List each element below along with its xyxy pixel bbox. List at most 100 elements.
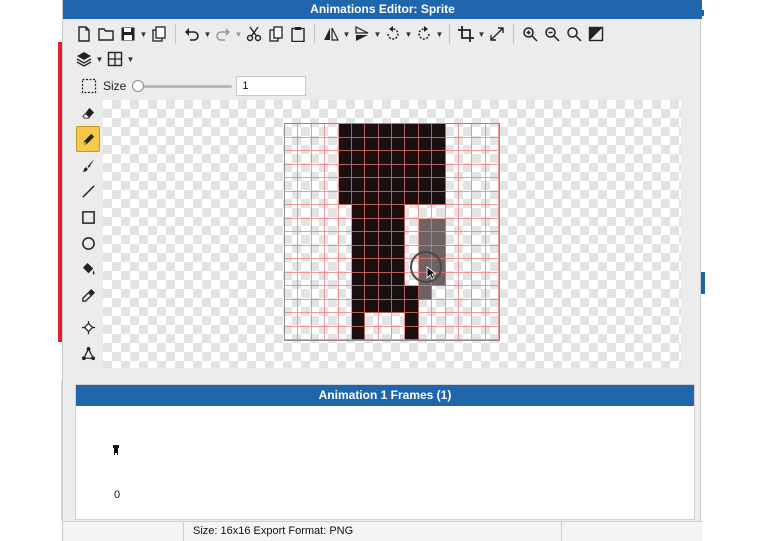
pixel-cell[interactable] [392,286,406,300]
pixel-cell[interactable] [378,272,392,286]
pixel-cell[interactable] [351,137,366,151]
pixel-cell[interactable] [378,259,392,273]
pixel-cell[interactable] [458,191,473,205]
export-icon[interactable] [148,23,170,45]
pixel-cell[interactable] [311,245,326,259]
pixel-cell[interactable] [311,178,326,192]
pixel-cell[interactable] [365,151,379,165]
crop-dropdown-caret[interactable]: ▼ [477,23,486,45]
pixel-cell[interactable] [405,218,419,232]
pixel-cell[interactable] [445,205,459,219]
pixel-cell[interactable] [285,299,299,313]
pixel-cell[interactable] [325,299,339,313]
pixel-cell[interactable] [298,178,312,192]
pixel-cell[interactable] [485,164,499,178]
sprite-canvas[interactable] [284,123,500,341]
pixel-cell[interactable] [378,191,392,205]
pixel-cell[interactable] [378,286,392,300]
pixel-cell[interactable] [445,124,459,138]
pixel-grid[interactable] [285,124,499,340]
paint-bucket-icon[interactable] [76,256,100,282]
pixel-cell[interactable] [378,218,392,232]
pixel-cell[interactable] [445,232,459,246]
pixel-cell[interactable] [392,137,406,151]
pixel-cell[interactable] [418,205,433,219]
pixel-cell[interactable] [338,178,352,192]
pixel-cell[interactable] [485,313,499,327]
pixel-cell[interactable] [392,178,406,192]
pixel-cell[interactable] [472,178,486,192]
pixel-cell[interactable] [458,164,473,178]
pixel-cell[interactable] [458,259,473,273]
pixel-cell[interactable] [392,299,406,313]
pixel-cell[interactable] [378,313,392,327]
pixel-cell[interactable] [351,205,366,219]
flip-horizontal-caret[interactable]: ▼ [342,23,351,45]
pixel-cell[interactable] [472,313,486,327]
pixel-cell[interactable] [311,164,326,178]
layers-icon[interactable] [73,48,95,70]
undo-icon[interactable] [181,23,203,45]
pixel-cell[interactable] [298,232,312,246]
pixel-cell[interactable] [445,286,459,300]
pixel-cell[interactable] [472,218,486,232]
pixel-cell[interactable] [458,151,473,165]
pixel-cell[interactable] [311,313,326,327]
pixel-cell[interactable] [405,151,419,165]
pixel-cell[interactable] [351,178,366,192]
pixel-cell[interactable] [285,286,299,300]
pixel-cell[interactable] [392,218,406,232]
pixel-cell[interactable] [298,205,312,219]
pixel-cell[interactable] [338,124,352,138]
pixel-cell[interactable] [485,151,499,165]
pixel-cell[interactable] [378,137,392,151]
pixel-cell[interactable] [405,191,419,205]
pixel-cell[interactable] [338,164,352,178]
pixel-cell[interactable] [378,124,392,138]
pixel-cell[interactable] [365,259,379,273]
pixel-cell[interactable] [298,286,312,300]
pixel-cell[interactable] [338,326,352,340]
brush-size-input[interactable] [236,76,307,96]
pixel-cell[interactable] [485,205,499,219]
pixel-cell[interactable] [351,232,366,246]
pixel-cell[interactable] [458,232,473,246]
pixel-cell[interactable] [472,259,486,273]
rotate-right-caret[interactable]: ▼ [435,23,444,45]
pixel-cell[interactable] [432,137,446,151]
pixel-cell[interactable] [338,245,352,259]
undo-dropdown-caret[interactable]: ▼ [203,23,212,45]
pixel-cell[interactable] [311,137,326,151]
pixel-cell[interactable] [298,326,312,340]
pixel-cell[interactable] [351,326,366,340]
line-icon[interactable] [76,178,100,204]
pixel-cell[interactable] [485,286,499,300]
pixel-cell[interactable] [325,191,339,205]
pixel-cell[interactable] [405,124,419,138]
pixel-cell[interactable] [432,286,446,300]
pixel-cell[interactable] [325,205,339,219]
pixel-cell[interactable] [311,124,326,138]
pixel-cell[interactable] [365,137,379,151]
pixel-cell[interactable] [285,272,299,286]
pixel-cell[interactable] [392,124,406,138]
pixel-cell[interactable] [405,137,419,151]
new-file-icon[interactable] [73,23,95,45]
pixel-cell[interactable] [418,137,433,151]
pixel-cell[interactable] [325,286,339,300]
pixel-cell[interactable] [285,137,299,151]
pixel-cell[interactable] [472,191,486,205]
pixel-cell[interactable] [298,137,312,151]
pixel-cell[interactable] [338,286,352,300]
rectangle-icon[interactable] [76,204,100,230]
pixel-cell[interactable] [485,272,499,286]
pixel-cell[interactable] [325,137,339,151]
pixel-cell[interactable] [338,232,352,246]
pixel-cell[interactable] [418,299,433,313]
pixel-cell[interactable] [285,326,299,340]
pixel-cell[interactable] [392,313,406,327]
pixel-cell[interactable] [458,205,473,219]
pixel-cell[interactable] [351,313,366,327]
pixel-cell[interactable] [325,326,339,340]
slider-thumb[interactable] [132,80,145,92]
